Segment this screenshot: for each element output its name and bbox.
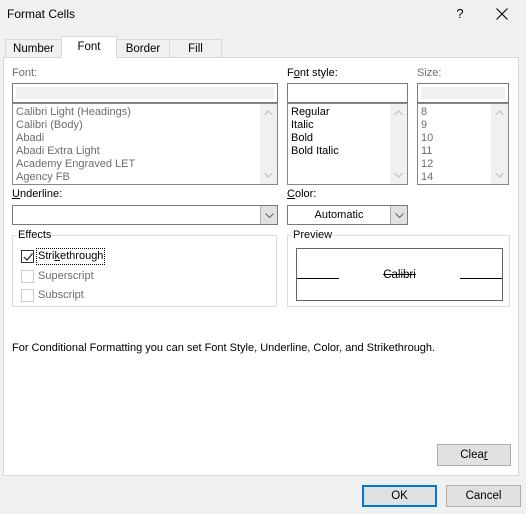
checkmark-icon <box>23 253 33 261</box>
font-label: Font: <box>12 67 38 79</box>
conditional-formatting-info: For Conditional Formatting you can set F… <box>12 342 436 354</box>
underline-dropdown-button[interactable] <box>260 206 277 224</box>
size-scrollbar[interactable] <box>491 104 508 184</box>
size-listbox[interactable]: 8 9 10 11 12 14 <box>417 103 509 185</box>
underline-label: Underline: <box>12 188 63 200</box>
font-style-label: Font style: <box>287 67 338 79</box>
preview-title: Preview <box>292 229 334 241</box>
strikethrough-label[interactable]: Strikethrough <box>35 248 106 265</box>
font-list-item[interactable]: Calibri Light (Headings) <box>13 106 277 119</box>
color-label: Color: <box>287 188 317 200</box>
effects-title: Effects <box>17 229 53 241</box>
font-list-item[interactable]: Academy Engraved LET <box>13 158 277 171</box>
font-list-item[interactable]: Abadi <box>13 132 277 145</box>
font-list-item[interactable]: Agency FB <box>13 171 277 184</box>
preview-box: Calibri <box>296 248 503 301</box>
superscript-label: Superscript <box>38 270 94 282</box>
font-listbox[interactable]: Calibri Light (Headings) Calibri (Body) … <box>12 103 278 185</box>
ok-button[interactable]: OK <box>362 485 437 507</box>
underline-dropdown[interactable] <box>12 205 278 225</box>
font-input[interactable] <box>12 83 278 103</box>
scroll-down-icon[interactable] <box>495 172 504 178</box>
scroll-up-icon[interactable] <box>264 110 273 116</box>
font-scrollbar[interactable] <box>260 104 277 184</box>
cancel-button[interactable]: Cancel <box>446 485 521 507</box>
underline-value <box>13 206 260 224</box>
color-dropdown[interactable]: Automatic <box>287 205 408 225</box>
chevron-down-icon <box>265 213 274 218</box>
strikethrough-checkbox[interactable] <box>21 250 34 263</box>
chevron-down-icon <box>395 213 404 218</box>
subscript-checkbox[interactable] <box>21 289 34 302</box>
font-style-input[interactable] <box>287 83 408 103</box>
color-dropdown-button[interactable] <box>390 206 407 224</box>
scroll-up-icon[interactable] <box>495 110 504 116</box>
font-style-scrollbar[interactable] <box>390 104 407 184</box>
color-value: Automatic <box>314 209 364 221</box>
scroll-up-icon[interactable] <box>394 110 403 116</box>
font-list-item[interactable]: Calibri (Body) <box>13 119 277 132</box>
scroll-down-icon[interactable] <box>394 172 403 178</box>
font-list-item[interactable]: Abadi Extra Light <box>13 145 277 158</box>
font-style-listbox[interactable]: Regular Italic Bold Bold Italic <box>287 103 408 185</box>
scroll-down-icon[interactable] <box>264 172 273 178</box>
size-label: Size: <box>417 67 442 79</box>
subscript-label: Subscript <box>38 289 84 301</box>
preview-sample-text: Calibri <box>383 269 416 281</box>
size-input[interactable] <box>417 83 509 103</box>
clear-button[interactable]: Clear <box>437 444 511 466</box>
superscript-checkbox[interactable] <box>21 270 34 283</box>
